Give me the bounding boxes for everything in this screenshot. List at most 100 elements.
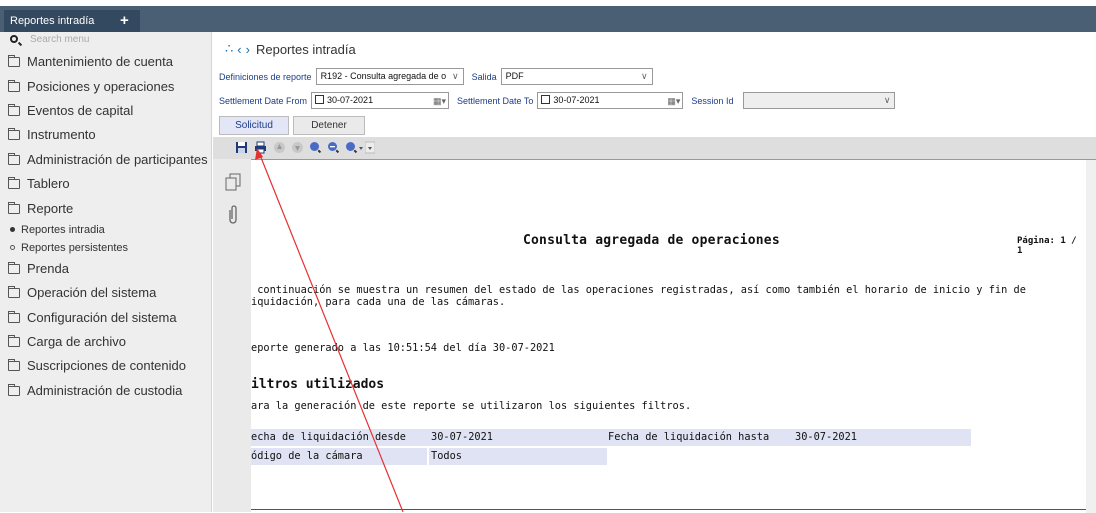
filter-value: 30-07-2021 xyxy=(795,431,857,443)
folder-icon xyxy=(8,128,20,141)
sidebar-item-configuracion[interactable]: Configuración del sistema xyxy=(0,306,211,330)
sidebar-item-custodia[interactable]: Administración de custodia xyxy=(0,379,211,403)
settlement-date-from[interactable]: 30-07-2021 ▦▾ xyxy=(311,92,450,109)
sidebar-item-mantenimiento[interactable]: Mantenimiento de cuenta xyxy=(0,50,211,74)
intro-line-1: continuación se muestra un resumen del e… xyxy=(251,284,1026,296)
folder-icon xyxy=(8,103,20,116)
sidebar-item-carga[interactable]: Carga de archivo xyxy=(0,330,211,354)
toolbar-overflow-icon[interactable] xyxy=(365,141,375,154)
calendar-icon[interactable]: ▦▾ xyxy=(667,94,680,109)
sidebar-item-label: Suscripciones de contenido xyxy=(27,358,186,374)
back-icon[interactable]: ‹ xyxy=(237,42,241,57)
zoom-dropdown-icon[interactable] xyxy=(345,141,365,154)
tab-label: Reportes intradía xyxy=(10,15,95,27)
chevron-down-icon: ∨ xyxy=(641,71,648,81)
plus-icon[interactable]: + xyxy=(120,10,129,32)
filters-intro: ara la generación de este reporte se uti… xyxy=(251,400,692,412)
document-title: Consulta agregada de operaciones xyxy=(523,233,780,248)
copy-icon[interactable] xyxy=(225,173,241,191)
sidebar-item-prenda[interactable]: Prenda xyxy=(0,257,211,281)
detener-button[interactable]: Detener xyxy=(293,116,365,135)
folder-icon xyxy=(8,55,20,68)
sidebar-item-label: Administración de participantes xyxy=(27,151,208,167)
sidebar-subitem-label: Reportes persistentes xyxy=(21,241,128,254)
folder-icon xyxy=(8,79,20,92)
folder-icon xyxy=(8,177,20,190)
intro-line-2: iquidación, para cada una de las cámaras… xyxy=(251,296,506,308)
folder-icon xyxy=(8,359,20,372)
search-icon xyxy=(10,35,18,43)
sidebar-item-label: Mantenimiento de cuenta xyxy=(27,54,173,70)
document-viewer[interactable]: Consulta agregada de operaciones Página:… xyxy=(251,159,1096,513)
to-label: Settlement Date To xyxy=(457,95,534,106)
checkbox[interactable] xyxy=(541,95,551,104)
print-icon[interactable] xyxy=(254,141,267,154)
date-from-value: 30-07-2021 xyxy=(327,95,374,105)
viewer-toolbar xyxy=(213,137,1096,159)
date-to-value: 30-07-2021 xyxy=(553,95,600,105)
filter-value: 30-07-2021 xyxy=(431,431,493,443)
salida-value: PDF xyxy=(505,71,524,81)
attachment-icon[interactable] xyxy=(227,205,239,225)
breadcrumb: ∴ ‹ › Reportes intradía xyxy=(213,36,356,62)
report-definition-value: R192 - Consulta agregada de o xyxy=(320,71,447,81)
sidebar-item-posiciones[interactable]: Posiciones y operaciones xyxy=(0,74,211,98)
next-page-icon[interactable] xyxy=(291,141,304,154)
solicitud-button[interactable]: Solicitud xyxy=(219,116,289,135)
filter-label: ódigo de la cámara xyxy=(251,450,363,462)
session-label: Session Id xyxy=(691,95,734,106)
zoom-out-icon[interactable] xyxy=(327,141,340,154)
search-placeholder: Search menu xyxy=(30,34,90,45)
sitemap-icon[interactable]: ∴ xyxy=(225,41,233,57)
chevron-down-icon: ∨ xyxy=(883,95,891,105)
zoom-in-icon[interactable] xyxy=(309,141,322,154)
sidebar-item-label: Instrumento xyxy=(27,127,96,143)
sidebar-item-instrumento[interactable]: Instrumento xyxy=(0,123,211,147)
sidebar-item-label: Administración de custodia xyxy=(27,382,183,398)
sidebar-item-label: Posiciones y operaciones xyxy=(27,78,175,94)
sidebar-item-eventos[interactable]: Eventos de capital xyxy=(0,99,211,123)
tab-reportes-intradia[interactable]: Reportes intradía + xyxy=(4,10,140,32)
sidebar-item-label: Operación del sistema xyxy=(27,285,157,301)
sidebar-subitem-reportes-intradia[interactable]: Reportes intradia xyxy=(0,221,211,239)
folder-icon xyxy=(8,310,20,323)
filter-label: echa de liquidación desde xyxy=(251,431,406,443)
chevron-down-icon: ∨ xyxy=(451,71,459,81)
filter-label: Fecha de liquidación hasta xyxy=(608,431,770,443)
sidebar-item-label: Prenda xyxy=(27,260,69,276)
forward-icon[interactable]: › xyxy=(246,42,250,57)
sidebar-item-operacion[interactable]: Operación del sistema xyxy=(0,281,211,305)
main-panel: ∴ ‹ › Reportes intradía Definiciones de … xyxy=(213,32,1096,513)
save-icon[interactable] xyxy=(235,141,248,154)
page-title: Reportes intradía xyxy=(255,41,356,57)
def-label: Definiciones de reporte xyxy=(219,71,312,82)
sidebar-item-tablero[interactable]: Tablero xyxy=(0,172,211,196)
search-menu[interactable]: Search menu xyxy=(0,32,211,50)
generated-line: eporte generado a las 10:51:54 del día 3… xyxy=(251,342,555,354)
viewer-side-panel xyxy=(213,159,251,512)
session-id-select[interactable]: ∨ xyxy=(743,92,896,109)
sidebar-subitem-reportes-persistentes[interactable]: Reportes persistentes xyxy=(0,239,211,257)
sidebar-item-reporte[interactable]: Reporte xyxy=(0,196,211,220)
document-page: Consulta agregada de operaciones Página:… xyxy=(251,160,1086,513)
sidebar-item-administracion-participantes[interactable]: Administración de participantes xyxy=(0,148,211,172)
vertical-scrollbar[interactable] xyxy=(1086,160,1096,513)
folder-icon xyxy=(8,152,20,165)
sidebar-item-label: Carga de archivo xyxy=(27,334,126,350)
sidebar-subitem-label: Reportes intradia xyxy=(21,223,105,236)
top-bar: Reportes intradía + xyxy=(0,0,1096,32)
bullet-empty-icon xyxy=(10,245,15,251)
previous-page-icon[interactable] xyxy=(273,141,286,154)
folder-icon xyxy=(8,261,20,274)
sidebar-item-suscripciones[interactable]: Suscripciones de contenido xyxy=(0,354,211,378)
folder-icon xyxy=(8,286,20,299)
settlement-date-to[interactable]: 30-07-2021 ▦▾ xyxy=(537,92,684,109)
salida-select[interactable]: PDF ∨ xyxy=(500,68,653,85)
report-definition-select[interactable]: R192 - Consulta agregada de o ∨ xyxy=(315,68,464,85)
folder-open-icon xyxy=(8,201,20,214)
calendar-icon[interactable]: ▦▾ xyxy=(433,94,446,109)
sidebar-item-label: Reporte xyxy=(27,200,74,216)
page-indicator: Página: 1 / 1 xyxy=(1017,236,1077,256)
checkbox[interactable] xyxy=(315,95,325,104)
bullet-filled-icon xyxy=(10,227,15,233)
